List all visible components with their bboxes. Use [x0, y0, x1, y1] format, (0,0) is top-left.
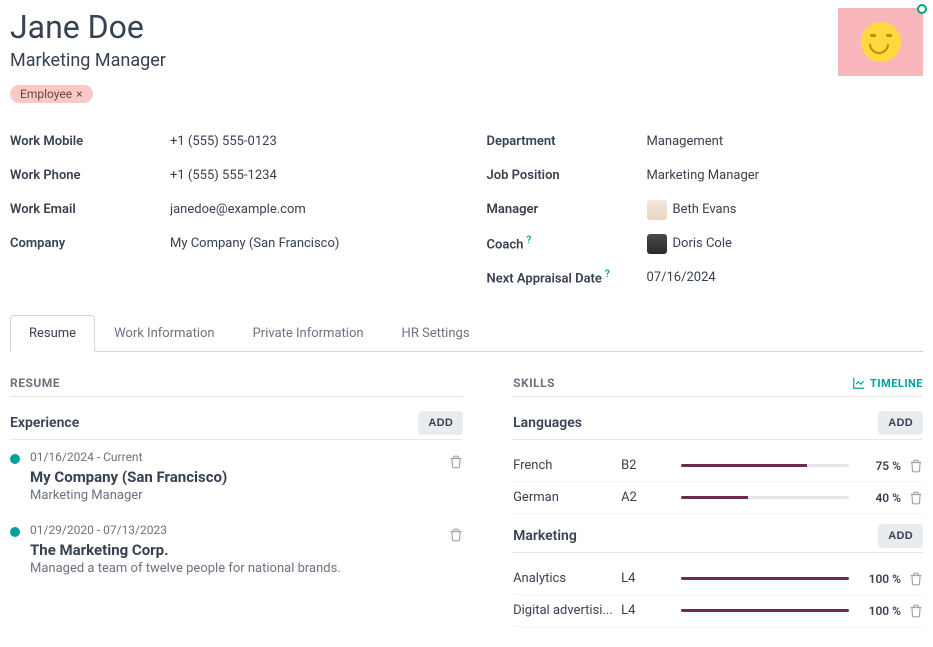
skill-percent: 40 %: [857, 491, 901, 505]
employee-name[interactable]: Jane Doe: [10, 8, 923, 46]
job-title[interactable]: Marketing Manager: [10, 50, 923, 71]
skill-percent: 75 %: [857, 459, 901, 473]
resume-heading: RESUME: [10, 376, 463, 397]
work-mobile-value[interactable]: +1 (555) 555-0123: [170, 134, 277, 151]
online-status-icon: [917, 4, 927, 14]
skill-progress: [681, 577, 849, 580]
experience-dates: 01/29/2020 - 07/13/2023: [30, 523, 463, 537]
experience-item[interactable]: 01/29/2020 - 07/13/2023 The Marketing Co…: [10, 523, 463, 576]
profile-image[interactable]: [838, 8, 923, 76]
department-label: Department: [487, 134, 647, 151]
marketing-heading: Marketing: [513, 528, 577, 544]
tab-private-information[interactable]: Private Information: [234, 315, 383, 352]
work-phone-label: Work Phone: [10, 168, 170, 185]
coach-label: Coach?: [487, 234, 647, 254]
work-mobile-label: Work Mobile: [10, 134, 170, 151]
tag-remove-icon[interactable]: ×: [76, 87, 82, 101]
skill-progress: [681, 609, 849, 612]
skill-percent: 100 %: [857, 604, 901, 618]
add-marketing-skill-button[interactable]: ADD: [878, 524, 923, 548]
avatar-emoji-face: [861, 22, 901, 62]
delete-icon[interactable]: [909, 603, 923, 618]
skill-level: L4: [621, 571, 673, 586]
timeline-dot-icon: [10, 454, 20, 464]
manager-value[interactable]: Beth Evans: [647, 200, 737, 220]
company-value[interactable]: My Company (San Francisco): [170, 236, 339, 253]
employee-tag[interactable]: Employee ×: [10, 85, 93, 103]
delete-icon[interactable]: [909, 571, 923, 586]
chart-icon: [852, 376, 866, 390]
experience-heading: Experience: [10, 415, 79, 431]
delete-icon[interactable]: [909, 458, 923, 473]
skill-name: Analytics: [513, 571, 613, 586]
timeline-button[interactable]: TIMELINE: [852, 376, 923, 390]
work-phone-value[interactable]: +1 (555) 555-1234: [170, 168, 277, 185]
tabs: Resume Work Information Private Informat…: [10, 315, 923, 352]
skill-progress: [681, 464, 849, 467]
experience-company: The Marketing Corp.: [30, 541, 463, 559]
skill-percent: 100 %: [857, 572, 901, 586]
experience-item[interactable]: 01/16/2024 - Current My Company (San Fra…: [10, 450, 463, 503]
experience-role: Managed a team of twelve people for nati…: [30, 561, 463, 576]
manager-label: Manager: [487, 202, 647, 219]
help-icon[interactable]: ?: [526, 235, 531, 246]
skill-row[interactable]: Analytics L4 100 %: [513, 563, 923, 595]
skill-name: French: [513, 458, 613, 473]
delete-icon[interactable]: [449, 454, 463, 470]
skill-row[interactable]: German A2 40 %: [513, 482, 923, 514]
tab-hr-settings[interactable]: HR Settings: [383, 315, 489, 352]
experience-role: Marketing Manager: [30, 488, 463, 503]
skill-name: German: [513, 490, 613, 505]
tab-resume[interactable]: Resume: [10, 315, 95, 352]
manager-name: Beth Evans: [673, 202, 737, 219]
delete-icon[interactable]: [909, 490, 923, 505]
next-appraisal-value[interactable]: 07/16/2024: [647, 270, 716, 287]
skill-progress: [681, 496, 849, 499]
add-language-button[interactable]: ADD: [878, 411, 923, 435]
languages-heading: Languages: [513, 415, 582, 431]
skill-level: B2: [621, 458, 673, 473]
experience-dates: 01/16/2024 - Current: [30, 450, 463, 464]
department-value[interactable]: Management: [647, 134, 724, 151]
help-icon[interactable]: ?: [605, 269, 610, 280]
tag-label: Employee: [20, 87, 72, 101]
work-email-label: Work Email: [10, 202, 170, 219]
skill-name: Digital advertisi...: [513, 603, 613, 618]
skills-heading: SKILLS TIMELINE: [513, 376, 923, 397]
coach-name: Doris Cole: [673, 236, 732, 253]
coach-value[interactable]: Doris Cole: [647, 234, 732, 254]
experience-company: My Company (San Francisco): [30, 468, 463, 486]
skill-level: L4: [621, 603, 673, 618]
work-email-value[interactable]: janedoe@example.com: [170, 202, 306, 219]
delete-icon[interactable]: [449, 527, 463, 543]
coach-avatar: [647, 234, 667, 254]
add-experience-button[interactable]: ADD: [418, 411, 463, 435]
skill-level: A2: [621, 490, 673, 505]
tab-work-information[interactable]: Work Information: [95, 315, 234, 352]
position-value[interactable]: Marketing Manager: [647, 168, 760, 185]
skill-row[interactable]: French B2 75 %: [513, 450, 923, 482]
manager-avatar: [647, 200, 667, 220]
company-label: Company: [10, 236, 170, 253]
position-label: Job Position: [487, 168, 647, 185]
timeline-dot-icon: [10, 527, 20, 537]
next-appraisal-label: Next Appraisal Date?: [487, 268, 647, 288]
